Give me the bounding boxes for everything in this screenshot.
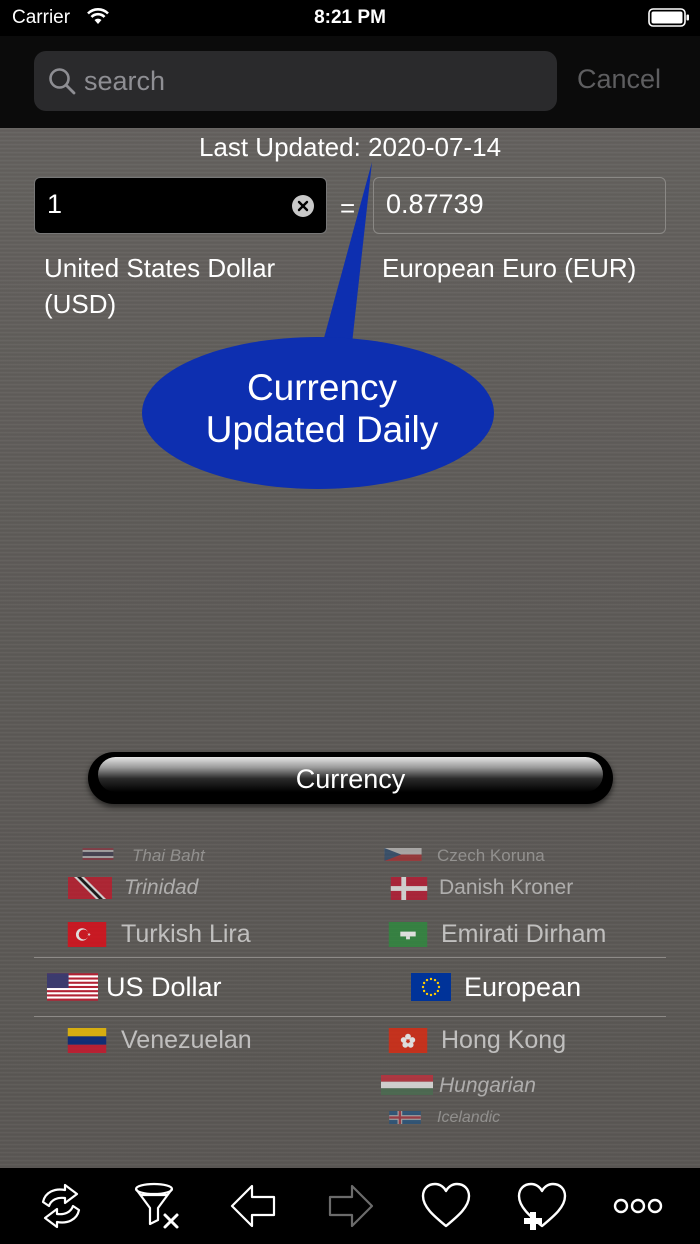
add-favorite-icon[interactable] bbox=[516, 1180, 568, 1232]
refresh-icon[interactable] bbox=[35, 1180, 87, 1232]
forward-arrow-icon[interactable] bbox=[324, 1180, 376, 1232]
search-input[interactable] bbox=[84, 61, 544, 101]
picker-label: US Dollar bbox=[106, 972, 222, 1002]
bottom-toolbar bbox=[0, 1168, 700, 1244]
currency-button-label: Currency bbox=[295, 764, 406, 794]
picker-label: Czech Koruna bbox=[437, 846, 545, 865]
flag-iceland-icon bbox=[389, 1111, 421, 1124]
search-icon bbox=[49, 68, 76, 95]
more-icon[interactable] bbox=[612, 1180, 664, 1232]
picker-label: Venezuelan bbox=[121, 1026, 252, 1054]
search-field[interactable] bbox=[34, 51, 557, 111]
picker-label: Hungarian bbox=[439, 1074, 536, 1097]
flag-denmark-icon bbox=[390, 877, 428, 900]
flag-thailand-icon bbox=[82, 848, 114, 860]
picker-selection-bottom-line bbox=[34, 1016, 666, 1017]
favorite-icon[interactable] bbox=[420, 1180, 472, 1232]
picker-label: European bbox=[464, 972, 582, 1002]
flag-trinidad-icon bbox=[68, 877, 112, 899]
callout-text: Currency Updated Daily bbox=[140, 367, 504, 451]
back-arrow-icon[interactable] bbox=[228, 1180, 280, 1232]
flag-turkey-icon bbox=[67, 922, 107, 947]
currency-button[interactable]: Currency bbox=[88, 752, 613, 804]
callout-line2: Updated Daily bbox=[205, 409, 439, 450]
clear-filter-icon[interactable] bbox=[132, 1180, 184, 1232]
flag-usa-icon bbox=[47, 973, 98, 1001]
status-bar: Carrier 8:21 PM bbox=[0, 0, 700, 36]
picker-selection-top-line bbox=[34, 957, 666, 958]
from-amount-value: 1 bbox=[47, 189, 63, 219]
picker-label: Danish Kroner bbox=[439, 876, 574, 899]
cancel-button[interactable]: Cancel bbox=[577, 64, 661, 95]
flag-eu-icon bbox=[411, 973, 451, 1001]
picker-label: Thai Baht bbox=[132, 846, 205, 865]
search-header: Cancel bbox=[0, 36, 700, 128]
battery-icon bbox=[648, 8, 689, 27]
flag-hungary-icon bbox=[381, 1075, 433, 1095]
status-time: 8:21 PM bbox=[314, 7, 386, 28]
callout-line1: Currency bbox=[246, 367, 398, 408]
picker-label: Turkish Lira bbox=[121, 920, 251, 948]
flag-czech-icon bbox=[384, 848, 422, 861]
flag-uae-icon bbox=[388, 922, 428, 947]
flag-venezuela-icon bbox=[67, 1028, 107, 1053]
picker-label: Emirati Dirham bbox=[441, 920, 607, 948]
flag-hong-kong-icon bbox=[388, 1028, 428, 1053]
picker-label: Hong Kong bbox=[441, 1026, 567, 1054]
picker-label: Trinidad bbox=[124, 876, 199, 899]
picker-label: Icelandic bbox=[437, 1109, 501, 1126]
